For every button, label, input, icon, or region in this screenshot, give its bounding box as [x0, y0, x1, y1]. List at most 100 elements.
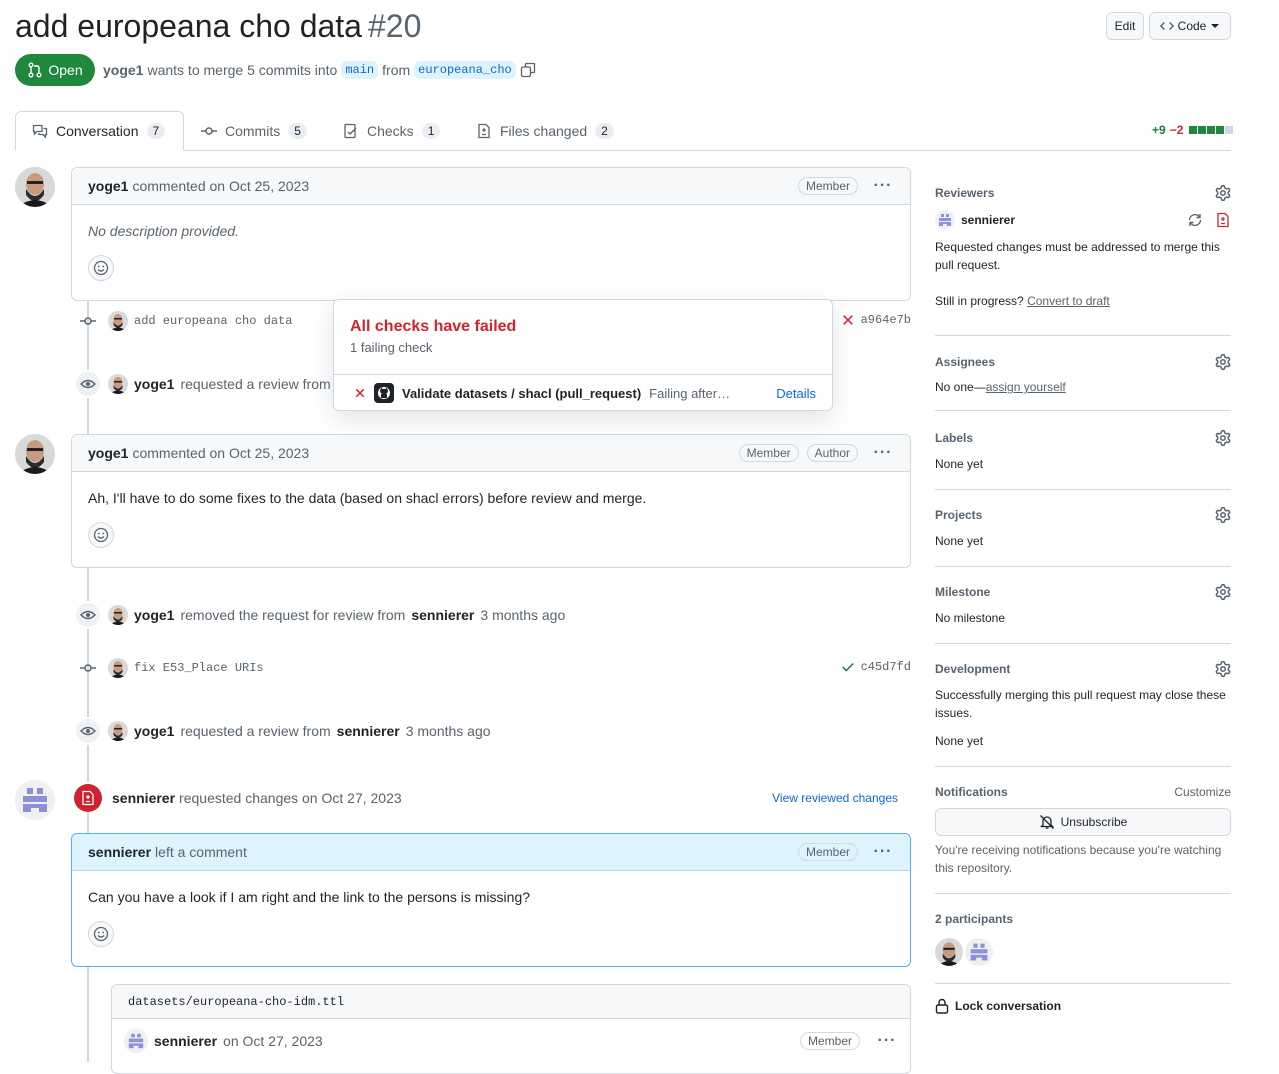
tab-conversation[interactable]: Conversation 7 — [15, 111, 184, 151]
section-title: Labels — [935, 431, 974, 445]
sha-text: a964e7b — [860, 313, 911, 327]
event-target[interactable]: sennierer — [337, 723, 400, 739]
event-text: removed the request for review from — [180, 607, 406, 623]
event-text: requested a review from — [180, 376, 331, 392]
avatar[interactable] — [108, 658, 128, 678]
participant-avatar[interactable] — [965, 938, 993, 966]
avatar[interactable] — [108, 374, 128, 394]
avatar[interactable] — [108, 721, 128, 741]
comment-author[interactable]: yoge1 — [88, 445, 128, 461]
event-author[interactable]: yoge1 — [134, 607, 174, 623]
comment-author[interactable]: sennierer — [154, 1033, 217, 1049]
review-author[interactable]: sennierer — [112, 790, 175, 806]
pull-request-icon — [28, 62, 42, 78]
event-time[interactable]: 3 months ago — [406, 723, 491, 739]
kebab-menu-icon[interactable]: ··· — [872, 844, 894, 860]
additions-count: +9 — [1152, 123, 1166, 137]
gear-icon[interactable] — [1215, 354, 1231, 370]
customize-link[interactable]: Customize — [1174, 785, 1231, 799]
add-reaction-button[interactable] — [88, 522, 114, 548]
draft-line: Still in progress? Convert to draft — [935, 292, 1231, 310]
eye-icon — [74, 717, 102, 745]
participant-avatar[interactable] — [935, 938, 963, 966]
commit-icon — [74, 660, 102, 676]
commit-icon — [74, 313, 102, 329]
comment-body: Can you have a look if I am right and th… — [88, 889, 531, 905]
event-author[interactable]: yoge1 — [134, 723, 174, 739]
comment-header: yoge1 commented on Oct 25, 2023 Member ·… — [72, 168, 910, 205]
eye-icon — [74, 601, 102, 629]
gear-icon[interactable] — [1215, 661, 1231, 677]
sidebar-assignees: Assignees No one—assign yourself — [935, 353, 1231, 396]
sync-icon[interactable] — [1187, 212, 1203, 228]
event-time[interactable]: 3 months ago — [480, 607, 565, 623]
review-text[interactable]: requested changes on Oct 27, 2023 — [179, 790, 402, 806]
commit-message[interactable]: add europeana cho data — [134, 314, 292, 328]
unsubscribe-button[interactable]: Unsubscribe — [935, 808, 1231, 836]
avatar[interactable] — [15, 780, 55, 820]
pr-title-text: add europeana cho data — [15, 8, 362, 44]
commit-sha[interactable]: c45d7fd — [841, 660, 911, 674]
comment-author[interactable]: yoge1 — [88, 178, 128, 194]
diffstat: +9 −2 — [1152, 123, 1234, 137]
event-author[interactable]: yoge1 — [134, 376, 174, 392]
code-label: Code — [1177, 19, 1207, 33]
commit-icon — [201, 123, 217, 139]
base-branch[interactable]: main — [341, 61, 379, 79]
commit-message[interactable]: fix E53_Place URIs — [134, 661, 264, 675]
avatar[interactable] — [15, 434, 55, 474]
add-reaction-button[interactable] — [88, 921, 114, 947]
role-badge: Member — [797, 177, 858, 195]
commit-sha[interactable]: a964e7b — [841, 313, 911, 327]
pr-author-link[interactable]: yoge1 — [103, 62, 143, 78]
lock-conversation-button[interactable]: Lock conversation — [935, 998, 1231, 1014]
gear-icon[interactable] — [1215, 430, 1231, 446]
tab-commits[interactable]: Commits 5 — [185, 111, 323, 151]
comment-timestamp[interactable]: commented on Oct 25, 2023 — [132, 445, 309, 461]
edit-button[interactable]: Edit — [1106, 12, 1144, 40]
sidebar-participants: 2 participants — [935, 910, 1231, 966]
sidebar-divider — [935, 410, 1231, 411]
review-comment-box: sennierer left a comment Member ··· Can … — [71, 833, 911, 967]
gear-icon[interactable] — [1215, 584, 1231, 600]
kebab-menu-icon[interactable]: ··· — [876, 1033, 898, 1049]
tab-checks[interactable]: Checks 1 — [327, 111, 456, 151]
sidebar-divider — [935, 643, 1231, 644]
details-link[interactable]: Details — [776, 386, 816, 401]
kebab-menu-icon[interactable]: ··· — [872, 445, 894, 461]
head-branch[interactable]: europeana_cho — [414, 61, 516, 79]
sidebar-divider — [935, 766, 1231, 767]
kebab-menu-icon[interactable]: ··· — [872, 178, 894, 194]
gear-icon[interactable] — [1215, 185, 1231, 201]
comment-timestamp[interactable]: commented on Oct 25, 2023 — [132, 178, 309, 194]
file-diff-icon — [1217, 212, 1229, 228]
avatar[interactable] — [15, 167, 55, 207]
assign-yourself-link[interactable]: assign yourself — [986, 380, 1066, 394]
sidebar-divider — [935, 566, 1231, 567]
view-reviewed-changes-link[interactable]: View reviewed changes — [772, 791, 898, 805]
add-reaction-button[interactable] — [88, 255, 114, 281]
avatar[interactable] — [124, 1029, 148, 1053]
avatar[interactable] — [108, 311, 128, 331]
avatar[interactable] — [935, 210, 955, 230]
comment-author[interactable]: sennierer — [88, 844, 151, 860]
review-event: sennierer requested changes on Oct 27, 2… — [74, 782, 906, 814]
reviewer-name[interactable]: sennierer — [961, 213, 1015, 227]
role-badge: Member — [797, 843, 858, 861]
tab-counter: 7 — [146, 123, 166, 139]
convert-to-draft-link[interactable]: Convert to draft — [1027, 294, 1110, 308]
eye-icon — [74, 370, 102, 398]
comment-timestamp[interactable]: on Oct 27, 2023 — [223, 1033, 323, 1049]
timeline-line — [87, 812, 89, 834]
gear-icon[interactable] — [1215, 507, 1231, 523]
tab-files-changed[interactable]: Files changed 2 — [460, 111, 630, 151]
smiley-icon — [93, 926, 109, 942]
copy-icon[interactable] — [520, 62, 536, 78]
event-target[interactable]: sennierer — [411, 607, 474, 623]
file-path-link[interactable]: datasets/europeana-cho-idm.ttl — [112, 985, 910, 1019]
code-button[interactable]: Code — [1149, 12, 1231, 40]
file-diff-icon — [478, 123, 490, 139]
tab-label: Commits — [225, 123, 281, 139]
tab-counter: 2 — [595, 123, 614, 139]
avatar[interactable] — [108, 605, 128, 625]
